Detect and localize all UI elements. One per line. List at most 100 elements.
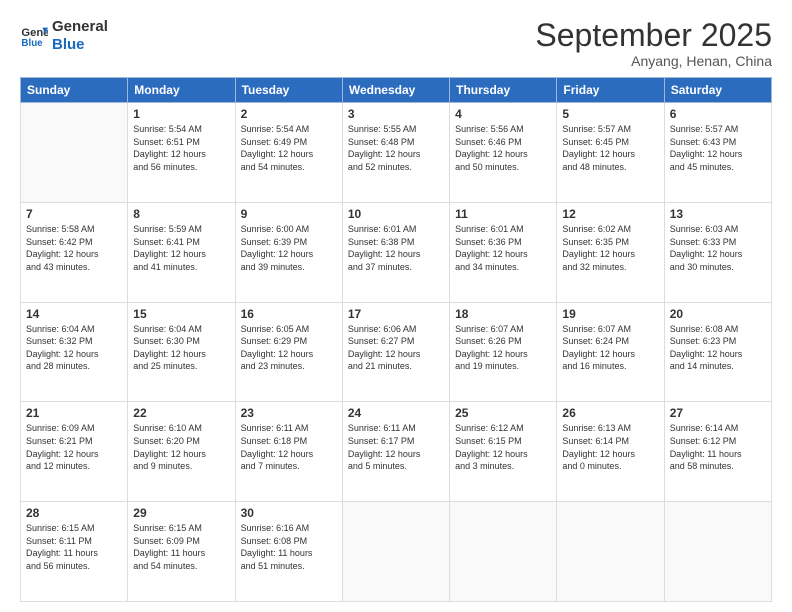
day-info: Sunrise: 6:06 AM Sunset: 6:27 PM Dayligh… bbox=[348, 323, 444, 373]
day-number: 13 bbox=[670, 207, 766, 221]
day-number: 22 bbox=[133, 406, 229, 420]
calendar-cell: 7 Sunrise: 5:58 AM Sunset: 6:42 PM Daylig… bbox=[21, 202, 128, 302]
day-info: Sunrise: 5:55 AM Sunset: 6:48 PM Dayligh… bbox=[348, 123, 444, 173]
day-info: Sunrise: 6:01 AM Sunset: 6:38 PM Dayligh… bbox=[348, 223, 444, 273]
col-header-wednesday: Wednesday bbox=[342, 78, 449, 103]
day-info: Sunrise: 6:03 AM Sunset: 6:33 PM Dayligh… bbox=[670, 223, 766, 273]
day-info: Sunrise: 6:14 AM Sunset: 6:12 PM Dayligh… bbox=[670, 422, 766, 472]
calendar-cell: 17 Sunrise: 6:06 AM Sunset: 6:27 PM Dayli… bbox=[342, 302, 449, 402]
day-info: Sunrise: 5:58 AM Sunset: 6:42 PM Dayligh… bbox=[26, 223, 122, 273]
day-info: Sunrise: 6:11 AM Sunset: 6:17 PM Dayligh… bbox=[348, 422, 444, 472]
col-header-tuesday: Tuesday bbox=[235, 78, 342, 103]
calendar-week-0: 1 Sunrise: 5:54 AM Sunset: 6:51 PM Daylig… bbox=[21, 103, 772, 203]
calendar-cell bbox=[342, 502, 449, 602]
day-info: Sunrise: 6:15 AM Sunset: 6:09 PM Dayligh… bbox=[133, 522, 229, 572]
title-block: September 2025 Anyang, Henan, China bbox=[535, 18, 772, 69]
calendar-cell bbox=[557, 502, 664, 602]
day-info: Sunrise: 6:12 AM Sunset: 6:15 PM Dayligh… bbox=[455, 422, 551, 472]
day-number: 29 bbox=[133, 506, 229, 520]
calendar-cell: 3Sunrise: 5:55 AM Sunset: 6:48 PM Daylig… bbox=[342, 103, 449, 203]
day-number: 24 bbox=[348, 406, 444, 420]
calendar-cell: 18 Sunrise: 6:07 AM Sunset: 6:26 PM Dayli… bbox=[450, 302, 557, 402]
calendar-cell: 8Sunrise: 5:59 AM Sunset: 6:41 PM Daylig… bbox=[128, 202, 235, 302]
day-info: Sunrise: 6:07 AM Sunset: 6:24 PM Dayligh… bbox=[562, 323, 658, 373]
day-number: 7 bbox=[26, 207, 122, 221]
day-number: 30 bbox=[241, 506, 337, 520]
day-number: 5 bbox=[562, 107, 658, 121]
col-header-saturday: Saturday bbox=[664, 78, 771, 103]
day-number: 28 bbox=[26, 506, 122, 520]
col-header-sunday: Sunday bbox=[21, 78, 128, 103]
day-number: 26 bbox=[562, 406, 658, 420]
day-info: Sunrise: 6:15 AM Sunset: 6:11 PM Dayligh… bbox=[26, 522, 122, 572]
day-info: Sunrise: 6:07 AM Sunset: 6:26 PM Dayligh… bbox=[455, 323, 551, 373]
calendar-cell: 21Sunrise: 6:09 AM Sunset: 6:21 PM Dayli… bbox=[21, 402, 128, 502]
calendar-cell bbox=[450, 502, 557, 602]
calendar-week-1: 7 Sunrise: 5:58 AM Sunset: 6:42 PM Daylig… bbox=[21, 202, 772, 302]
day-number: 17 bbox=[348, 307, 444, 321]
day-number: 1 bbox=[133, 107, 229, 121]
day-number: 15 bbox=[133, 307, 229, 321]
day-info: Sunrise: 5:57 AM Sunset: 6:45 PM Dayligh… bbox=[562, 123, 658, 173]
calendar-cell: 20Sunrise: 6:08 AM Sunset: 6:23 PM Dayli… bbox=[664, 302, 771, 402]
calendar-cell: 9 Sunrise: 6:00 AM Sunset: 6:39 PM Daylig… bbox=[235, 202, 342, 302]
logo-text-general: General bbox=[52, 18, 108, 35]
day-info: Sunrise: 6:10 AM Sunset: 6:20 PM Dayligh… bbox=[133, 422, 229, 472]
calendar-cell: 10Sunrise: 6:01 AM Sunset: 6:38 PM Dayli… bbox=[342, 202, 449, 302]
day-number: 27 bbox=[670, 406, 766, 420]
day-info: Sunrise: 6:01 AM Sunset: 6:36 PM Dayligh… bbox=[455, 223, 551, 273]
calendar-cell bbox=[664, 502, 771, 602]
day-info: Sunrise: 6:16 AM Sunset: 6:08 PM Dayligh… bbox=[241, 522, 337, 572]
logo-text-blue: Blue bbox=[52, 36, 85, 53]
calendar-cell bbox=[21, 103, 128, 203]
day-number: 23 bbox=[241, 406, 337, 420]
day-info: Sunrise: 6:00 AM Sunset: 6:39 PM Dayligh… bbox=[241, 223, 337, 273]
calendar-cell: 11 Sunrise: 6:01 AM Sunset: 6:36 PM Dayli… bbox=[450, 202, 557, 302]
logo: General Blue General Blue bbox=[20, 18, 108, 54]
day-number: 21 bbox=[26, 406, 122, 420]
calendar-cell: 6 Sunrise: 5:57 AM Sunset: 6:43 PM Daylig… bbox=[664, 103, 771, 203]
day-number: 9 bbox=[241, 207, 337, 221]
location-subtitle: Anyang, Henan, China bbox=[535, 53, 772, 69]
day-number: 4 bbox=[455, 107, 551, 121]
calendar-week-3: 21Sunrise: 6:09 AM Sunset: 6:21 PM Dayli… bbox=[21, 402, 772, 502]
day-info: Sunrise: 5:54 AM Sunset: 6:51 PM Dayligh… bbox=[133, 123, 229, 173]
col-header-friday: Friday bbox=[557, 78, 664, 103]
day-number: 18 bbox=[455, 307, 551, 321]
day-info: Sunrise: 6:04 AM Sunset: 6:30 PM Dayligh… bbox=[133, 323, 229, 373]
calendar-cell: 2Sunrise: 5:54 AM Sunset: 6:49 PM Daylig… bbox=[235, 103, 342, 203]
calendar-cell: 13 Sunrise: 6:03 AM Sunset: 6:33 PM Dayli… bbox=[664, 202, 771, 302]
day-number: 6 bbox=[670, 107, 766, 121]
day-number: 25 bbox=[455, 406, 551, 420]
calendar-header-row: SundayMondayTuesdayWednesdayThursdayFrid… bbox=[21, 78, 772, 103]
day-info: Sunrise: 6:05 AM Sunset: 6:29 PM Dayligh… bbox=[241, 323, 337, 373]
calendar-cell: 25 Sunrise: 6:12 AM Sunset: 6:15 PM Dayli… bbox=[450, 402, 557, 502]
day-number: 19 bbox=[562, 307, 658, 321]
day-number: 14 bbox=[26, 307, 122, 321]
day-number: 16 bbox=[241, 307, 337, 321]
day-number: 8 bbox=[133, 207, 229, 221]
day-info: Sunrise: 5:56 AM Sunset: 6:46 PM Dayligh… bbox=[455, 123, 551, 173]
calendar-cell: 22 Sunrise: 6:10 AM Sunset: 6:20 PM Dayli… bbox=[128, 402, 235, 502]
calendar-cell: 27 Sunrise: 6:14 AM Sunset: 6:12 PM Dayli… bbox=[664, 402, 771, 502]
calendar-cell: 5 Sunrise: 5:57 AM Sunset: 6:45 PM Daylig… bbox=[557, 103, 664, 203]
day-info: Sunrise: 6:02 AM Sunset: 6:35 PM Dayligh… bbox=[562, 223, 658, 273]
calendar-cell: 15 Sunrise: 6:04 AM Sunset: 6:30 PM Dayli… bbox=[128, 302, 235, 402]
calendar-cell: 29 Sunrise: 6:15 AM Sunset: 6:09 PM Dayli… bbox=[128, 502, 235, 602]
page-header: General Blue General Blue September 2025… bbox=[20, 18, 772, 69]
svg-text:Blue: Blue bbox=[21, 38, 43, 49]
calendar-cell: 4 Sunrise: 5:56 AM Sunset: 6:46 PM Daylig… bbox=[450, 103, 557, 203]
calendar-week-2: 14Sunrise: 6:04 AM Sunset: 6:32 PM Dayli… bbox=[21, 302, 772, 402]
month-title: September 2025 bbox=[535, 18, 772, 53]
calendar-cell: 28 Sunrise: 6:15 AM Sunset: 6:11 PM Dayli… bbox=[21, 502, 128, 602]
day-number: 11 bbox=[455, 207, 551, 221]
calendar-cell: 12Sunrise: 6:02 AM Sunset: 6:35 PM Dayli… bbox=[557, 202, 664, 302]
calendar-cell: 14Sunrise: 6:04 AM Sunset: 6:32 PM Dayli… bbox=[21, 302, 128, 402]
col-header-thursday: Thursday bbox=[450, 78, 557, 103]
day-number: 20 bbox=[670, 307, 766, 321]
calendar-cell: 19 Sunrise: 6:07 AM Sunset: 6:24 PM Dayli… bbox=[557, 302, 664, 402]
day-info: Sunrise: 5:57 AM Sunset: 6:43 PM Dayligh… bbox=[670, 123, 766, 173]
calendar-table: SundayMondayTuesdayWednesdayThursdayFrid… bbox=[20, 77, 772, 602]
calendar-cell: 1 Sunrise: 5:54 AM Sunset: 6:51 PM Daylig… bbox=[128, 103, 235, 203]
day-info: Sunrise: 5:54 AM Sunset: 6:49 PM Dayligh… bbox=[241, 123, 337, 173]
